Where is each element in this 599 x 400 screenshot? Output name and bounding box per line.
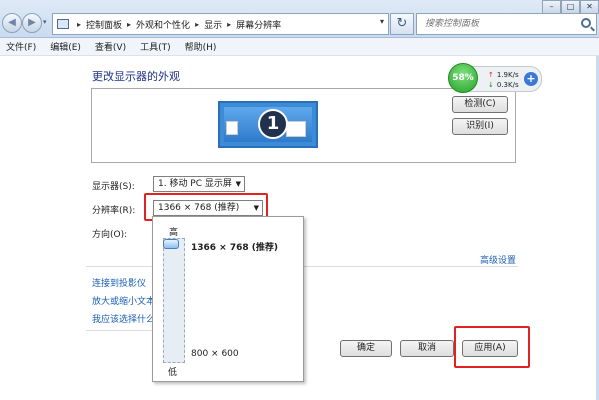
breadcrumb-separator: ▸ — [227, 19, 232, 29]
display-label: 显示器(S): — [92, 182, 135, 192]
breadcrumb-display[interactable]: 显示 — [204, 18, 222, 31]
resolution-option-max[interactable]: 1366 × 768 (推荐) — [191, 240, 278, 253]
resolution-slider-thumb[interactable] — [163, 239, 179, 249]
menu-edit[interactable]: 编辑(E) — [50, 40, 81, 53]
menu-help[interactable]: 帮助(H) — [185, 40, 217, 53]
window-thumbnail-icon — [286, 121, 306, 137]
upload-arrow-icon: ↑ — [488, 71, 494, 79]
breadcrumb-separator: ▸ — [127, 19, 132, 29]
control-panel-icon — [57, 19, 69, 29]
breadcrumb-separator: ▸ — [195, 19, 200, 29]
resolution-option-min[interactable]: 800 × 600 — [191, 349, 239, 359]
page-title: 更改显示器的外观 — [92, 70, 180, 83]
monitor-number: 1 — [258, 109, 288, 139]
download-arrow-icon: ↓ — [488, 81, 494, 89]
search-box[interactable] — [416, 13, 597, 35]
download-speed-value: 0.3K/s — [496, 81, 519, 89]
choose-settings-link[interactable]: 我应该选择什么 — [92, 312, 155, 325]
slider-low-label: 低 — [168, 368, 178, 378]
refresh-icon[interactable]: ↻ — [390, 13, 414, 35]
advanced-settings-link[interactable]: 高级设置 — [480, 253, 516, 266]
window-thumbnail-icon — [226, 121, 238, 135]
breadcrumb-screen-resolution[interactable]: 屏幕分辨率 — [236, 18, 281, 31]
title-bar: ◀ ▶ ▾ ▸ 控制面板 ▸ 外观和个性化 ▸ 显示 ▸ 屏幕分辨率 ▾ ↻ –… — [0, 0, 599, 38]
menu-bar: 文件(F) 编辑(E) 查看(V) 工具(T) 帮助(H) — [0, 38, 599, 56]
orientation-label: 方向(O): — [92, 230, 128, 240]
plus-icon[interactable]: + — [524, 72, 538, 86]
minimize-button[interactable]: – — [542, 0, 561, 14]
text-size-link[interactable]: 放大或缩小文本 — [92, 294, 155, 307]
identify-button[interactable]: 识别(I) — [452, 118, 508, 135]
slider-high-label: 高 — [169, 228, 179, 238]
breadcrumb-separator: ▸ — [77, 19, 82, 29]
monitor-screen: 1 — [224, 107, 312, 142]
address-dropdown-icon[interactable]: ▾ — [380, 17, 384, 26]
network-usage-percent: 58% — [448, 63, 478, 93]
close-button[interactable]: ✕ — [580, 0, 599, 14]
detect-button[interactable]: 检测(C) — [452, 96, 508, 113]
chevron-down-icon: ▼ — [235, 180, 241, 188]
search-icon[interactable] — [581, 18, 591, 28]
apply-highlight-box — [454, 326, 530, 368]
upload-speed-value: 1.9K/s — [496, 71, 519, 79]
monitor-1-icon[interactable]: 1 — [218, 101, 318, 148]
resolution-label: 分辨率(R): — [92, 206, 136, 216]
download-speed: ↓ 0.3K/s — [488, 81, 519, 89]
back-arrow-icon[interactable]: ◀ — [2, 13, 22, 33]
breadcrumb-control-panel[interactable]: 控制面板 — [86, 18, 122, 31]
menu-view[interactable]: 查看(V) — [95, 40, 126, 53]
cancel-button[interactable]: 取消 — [400, 340, 454, 357]
address-bar[interactable]: ▸ 控制面板 ▸ 外观和个性化 ▸ 显示 ▸ 屏幕分辨率 ▾ — [52, 13, 389, 35]
upload-speed: ↑ 1.9K/s — [488, 71, 519, 79]
display-select[interactable]: 1. 移动 PC 显示屏 ▼ — [153, 176, 245, 192]
connect-projector-link[interactable]: 连接到投影仪 — [92, 276, 146, 289]
forward-arrow-icon[interactable]: ▶ — [22, 13, 42, 33]
history-dropdown-icon[interactable]: ▾ — [43, 18, 47, 26]
menu-file[interactable]: 文件(F) — [6, 40, 36, 53]
display-select-value: 1. 移动 PC 显示屏 — [158, 179, 232, 189]
divider — [86, 330, 152, 331]
menu-tools[interactable]: 工具(T) — [140, 40, 171, 53]
ok-button[interactable]: 确定 — [340, 340, 392, 357]
search-input[interactable] — [417, 14, 577, 34]
maximize-button[interactable]: □ — [561, 0, 580, 14]
breadcrumb-appearance[interactable]: 外观和个性化 — [136, 18, 190, 31]
resolution-slider-track[interactable] — [163, 238, 185, 363]
